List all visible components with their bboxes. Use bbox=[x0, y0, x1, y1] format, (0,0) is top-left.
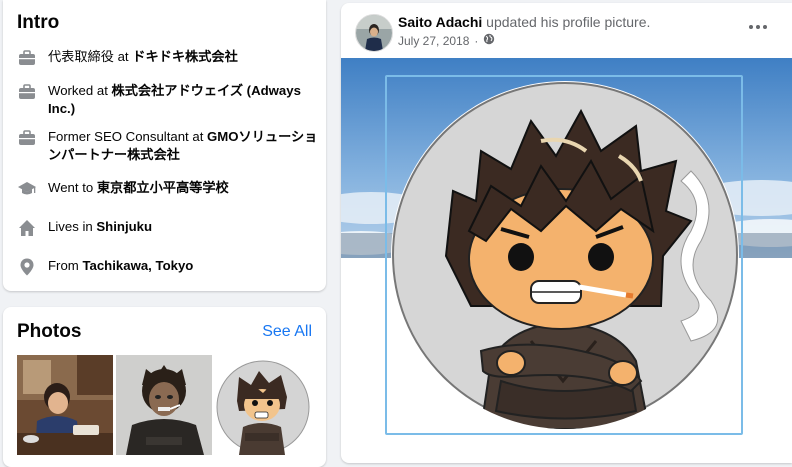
see-all-photos-link[interactable]: See All bbox=[262, 323, 312, 341]
photo-thumbnail[interactable] bbox=[215, 355, 311, 455]
intro-item-link[interactable]: 東京都立小平高等学校 bbox=[97, 180, 229, 195]
intro-title: Intro bbox=[17, 12, 60, 33]
location-pin-icon bbox=[17, 257, 37, 277]
more-options-icon[interactable] bbox=[746, 17, 770, 37]
intro-item-link[interactable]: Shinjuku bbox=[96, 219, 152, 234]
intro-item-prefix: Lives in bbox=[48, 219, 97, 234]
intro-item-link[interactable]: Tachikawa, Tokyo bbox=[82, 258, 193, 273]
briefcase-icon bbox=[17, 82, 37, 102]
briefcase-icon bbox=[17, 128, 37, 148]
author-avatar[interactable] bbox=[355, 14, 393, 52]
intro-card: Intro 代表取締役 at ドキドキ株式会社 Worked at 株式会社アド… bbox=[3, 0, 326, 291]
graduation-cap-icon bbox=[17, 179, 37, 199]
intro-item-prefix: From bbox=[48, 258, 83, 273]
profile-picture-post: Saito Adachi updated his profile picture… bbox=[341, 3, 792, 463]
intro-item-prefix: 代表取締役 at bbox=[48, 49, 133, 64]
post-header-text: Saito Adachi updated his profile picture… bbox=[398, 14, 650, 30]
photos-title: Photos bbox=[17, 321, 82, 342]
profile-picture[interactable] bbox=[391, 81, 739, 429]
post-action-text: updated his profile picture. bbox=[482, 14, 651, 30]
photo-thumbnail[interactable] bbox=[17, 355, 113, 455]
globe-icon[interactable] bbox=[483, 33, 495, 48]
intro-item-prefix: Former SEO Consultant at bbox=[48, 129, 208, 144]
intro-item-prefix: Went to bbox=[48, 180, 97, 195]
photo-thumbnail[interactable] bbox=[116, 355, 212, 455]
intro-item-prefix: Worked at bbox=[48, 83, 112, 98]
post-timestamp[interactable]: July 27, 2018 bbox=[398, 34, 469, 48]
author-name-link[interactable]: Saito Adachi bbox=[398, 14, 482, 30]
briefcase-icon bbox=[17, 48, 37, 68]
house-icon bbox=[17, 218, 37, 238]
photos-card: Photos See All bbox=[3, 307, 326, 467]
post-meta: July 27, 2018 · bbox=[398, 33, 495, 48]
intro-item-link[interactable]: ドキドキ株式会社 bbox=[132, 49, 238, 64]
